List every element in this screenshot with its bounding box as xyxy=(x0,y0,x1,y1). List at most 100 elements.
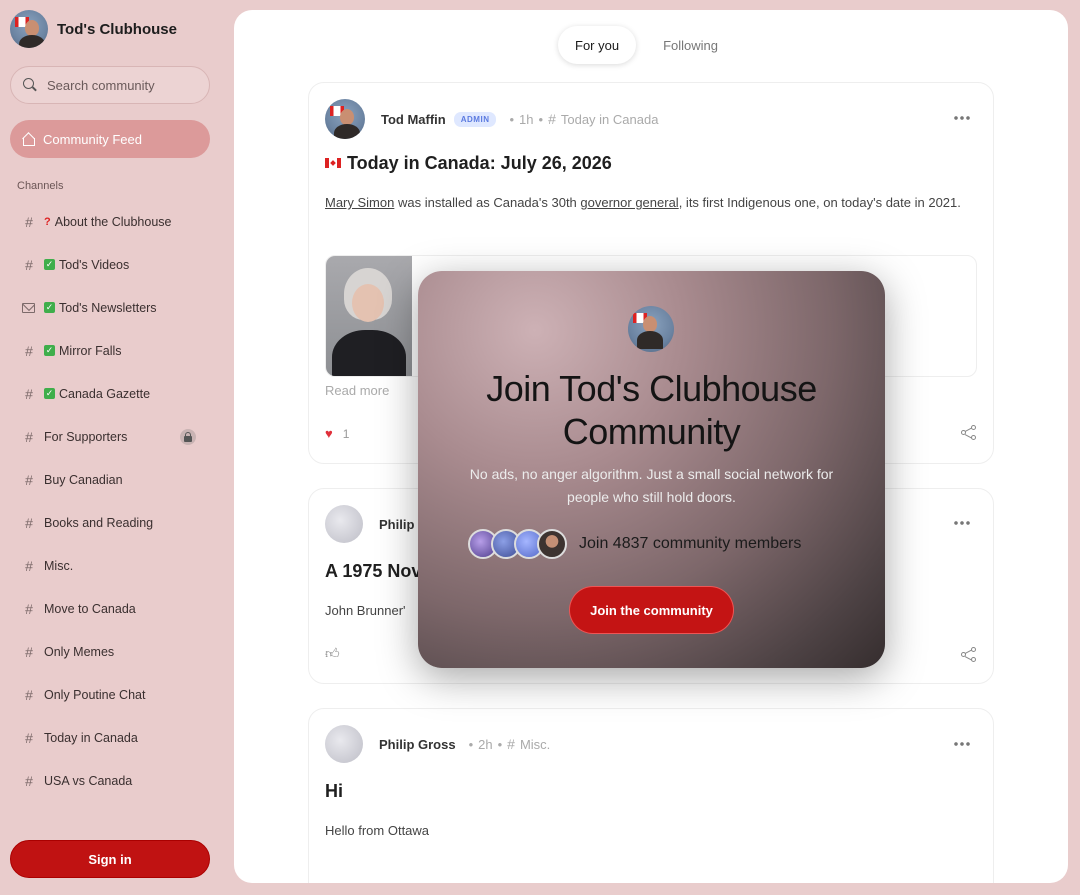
author-avatar[interactable] xyxy=(325,505,363,543)
reactions: 👍︎ xyxy=(325,645,340,662)
thumbs-up-icon[interactable]: 👍︎ xyxy=(325,645,340,662)
author-avatar[interactable] xyxy=(325,99,365,139)
channel-tods-newsletters[interactable]: ✓ Tod's Newsletters xyxy=(0,286,228,329)
channel-for-supporters[interactable]: # For Supporters xyxy=(0,415,228,458)
post-meta: • 2h • # Misc. xyxy=(468,736,551,752)
channel-misc[interactable]: # Misc. xyxy=(0,544,228,587)
checkmark-icon: ✓ xyxy=(44,345,55,356)
canada-flag-icon xyxy=(325,158,341,168)
mail-icon xyxy=(22,302,35,313)
post-text: , its first Indigenous one, on today's d… xyxy=(678,195,961,210)
author-name[interactable]: Philip Gross xyxy=(379,737,456,752)
join-community-modal: Join Tod's Clubhouse Community No ads, n… xyxy=(418,271,885,668)
share-icon[interactable] xyxy=(961,647,977,663)
member-count-row: Join 4837 community members xyxy=(468,528,848,560)
channel-label: Mirror Falls xyxy=(59,343,122,358)
post-snippet: Hello from Ottawa xyxy=(325,823,430,838)
search-input[interactable] xyxy=(47,77,197,93)
channel-label: Buy Canadian xyxy=(44,472,123,487)
member-count-text: Join 4837 community members xyxy=(579,535,802,552)
home-icon xyxy=(22,133,35,146)
post-header: Philip xyxy=(325,505,414,543)
post-link[interactable]: governor general xyxy=(580,195,678,210)
channel-tods-videos[interactable]: # ✓ Tod's Videos xyxy=(0,243,228,286)
checkmark-icon: ✓ xyxy=(44,388,55,399)
hash-icon: # xyxy=(25,342,33,359)
hash-icon: # xyxy=(25,772,33,789)
community-avatar xyxy=(628,306,674,352)
lock-icon xyxy=(180,428,196,445)
hash-icon: # xyxy=(25,729,33,746)
channel-move-to-canada[interactable]: # Move to Canada xyxy=(0,587,228,630)
share-icon[interactable] xyxy=(961,425,977,441)
post-header: Philip Gross • 2h • # Misc. xyxy=(325,725,550,763)
community-feed-button[interactable]: Community Feed xyxy=(10,120,210,158)
channel-label: About the Clubhouse xyxy=(54,214,172,229)
post-title: Today in Canada: July 26, 2026 xyxy=(325,153,612,174)
post-snippet: John Brunner' xyxy=(325,603,406,618)
author-name[interactable]: Tod Maffin xyxy=(381,112,446,127)
admin-badge: ADMIN xyxy=(453,111,497,127)
post-channel[interactable]: Misc. xyxy=(520,737,550,752)
channel-only-poutine-chat[interactable]: # Only Poutine Chat xyxy=(0,673,228,716)
channel-label: Move to Canada xyxy=(44,601,136,616)
channel-label: Canada Gazette xyxy=(59,386,151,401)
more-options-icon[interactable] xyxy=(953,521,971,525)
search-box[interactable] xyxy=(10,66,210,104)
channel-books-and-reading[interactable]: # Books and Reading xyxy=(0,501,228,544)
feed-tabs: For you Following xyxy=(558,26,735,64)
join-community-button[interactable]: Join the community xyxy=(570,587,733,633)
hash-icon: # xyxy=(507,736,515,752)
community-feed-label: Community Feed xyxy=(43,131,142,147)
channel-about-the-clubhouse[interactable]: # ? About the Clubhouse xyxy=(0,200,228,243)
hash-icon: # xyxy=(25,213,33,230)
post-title-text: Today in Canada: July 26, 2026 xyxy=(347,153,612,173)
more-options-icon[interactable] xyxy=(953,742,971,746)
post-body: Mary Simon was installed as Canada's 30t… xyxy=(325,192,975,214)
brand-avatar xyxy=(10,10,48,48)
channel-today-in-canada[interactable]: # Today in Canada xyxy=(0,716,228,759)
tab-following[interactable]: Following xyxy=(646,26,735,64)
modal-description: No ads, no anger algorithm. Just a small… xyxy=(469,466,834,505)
hash-icon: # xyxy=(25,471,33,488)
more-options-icon[interactable] xyxy=(953,116,971,120)
post-time: 1h xyxy=(519,112,534,127)
read-more-link[interactable]: Read more xyxy=(325,383,389,398)
search-icon xyxy=(23,78,37,92)
channel-label: USA vs Canada xyxy=(44,773,133,788)
channels-heading: Channels xyxy=(17,180,64,192)
sign-in-button[interactable]: Sign in xyxy=(10,840,210,878)
channel-label: Books and Reading xyxy=(44,515,154,530)
hash-icon: # xyxy=(548,111,556,127)
preview-image xyxy=(326,256,412,376)
post-link[interactable]: Mary Simon xyxy=(325,195,394,210)
channel-label: Tod's Newsletters xyxy=(59,300,157,315)
author-name[interactable]: Philip xyxy=(379,517,414,532)
member-avatar xyxy=(537,529,567,559)
post-card[interactable]: Philip Gross • 2h • # Misc. Hi Hello from Ot… xyxy=(308,708,994,883)
hash-icon: # xyxy=(25,256,33,273)
channel-only-memes[interactable]: # Only Memes xyxy=(0,630,228,673)
question-mark-icon: ? xyxy=(44,215,51,228)
post-channel[interactable]: Today in Canada xyxy=(561,112,659,127)
tab-for-you[interactable]: For you xyxy=(558,26,637,64)
checkmark-icon: ✓ xyxy=(44,302,55,313)
post-time: 2h xyxy=(478,737,493,752)
hash-icon: # xyxy=(25,686,33,703)
channel-label: Today in Canada xyxy=(44,730,138,745)
author-avatar[interactable] xyxy=(325,725,363,763)
checkmark-icon: ✓ xyxy=(44,259,55,270)
channel-canada-gazette[interactable]: # ✓ Canada Gazette xyxy=(0,372,228,415)
channel-label: Misc. xyxy=(44,558,74,573)
channel-label: Only Memes xyxy=(44,644,115,659)
heart-icon[interactable]: ♥ xyxy=(325,426,333,441)
channel-list: # ? About the Clubhouse # ✓ Tod's Videos… xyxy=(0,200,228,802)
modal-title: Join Tod's Clubhouse Community xyxy=(486,368,817,452)
like-count: 1 xyxy=(342,426,350,441)
hash-icon: # xyxy=(25,600,33,617)
channel-usa-vs-canada[interactable]: # USA vs Canada xyxy=(0,759,228,802)
channel-mirror-falls[interactable]: # ✓ Mirror Falls xyxy=(0,329,228,372)
channel-buy-canadian[interactable]: # Buy Canadian xyxy=(0,458,228,501)
brand[interactable]: Tod's Clubhouse xyxy=(10,10,177,48)
reactions: ♥ 1 xyxy=(325,426,349,441)
